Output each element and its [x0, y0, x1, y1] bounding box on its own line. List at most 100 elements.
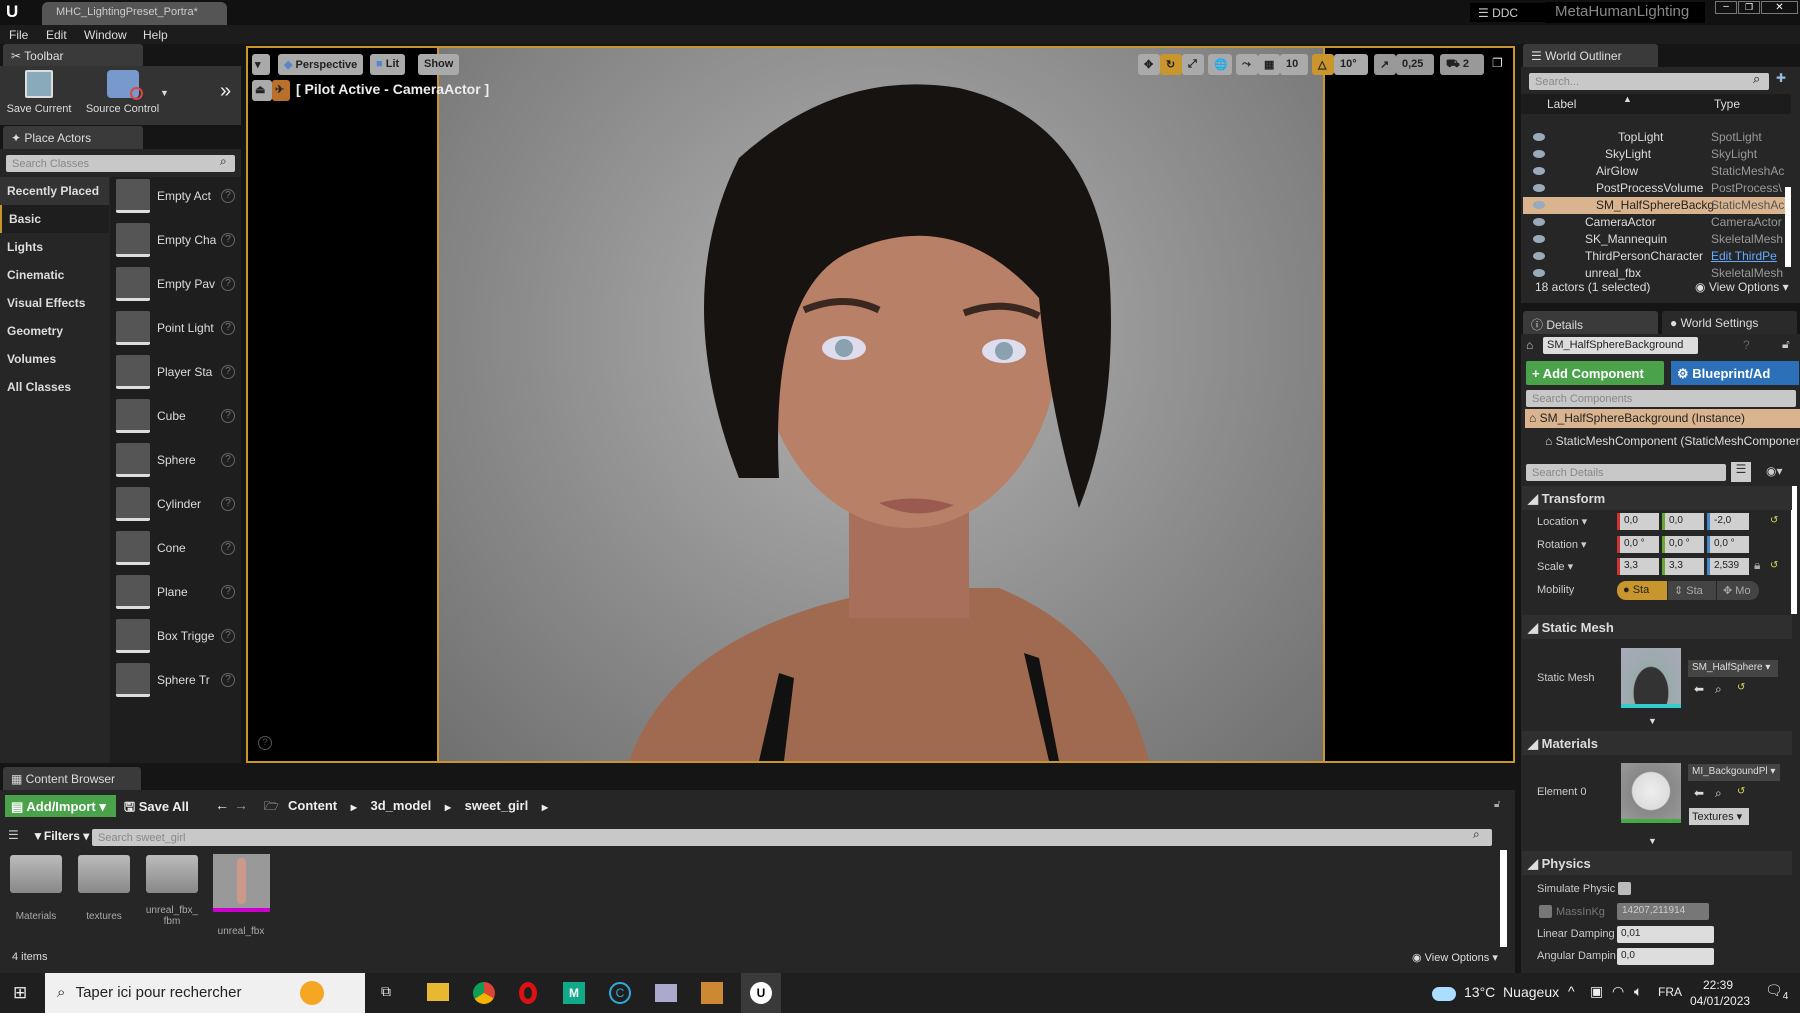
transform-section[interactable]: ◢ Transform	[1522, 486, 1792, 510]
material-dropdown[interactable]: MI_BackgoundPl ▾	[1688, 764, 1780, 781]
meet-icon[interactable]: ▣	[1590, 983, 1603, 1000]
simulate-physics-checkbox[interactable]	[1618, 882, 1631, 895]
actor-item[interactable]: Cylinder?	[116, 485, 238, 525]
file-explorer-icon[interactable]	[427, 983, 449, 1001]
content-scrollbar[interactable]	[1500, 850, 1507, 947]
details-tab[interactable]: ⓘ Details	[1523, 311, 1658, 334]
asset-unreal-fbx[interactable]: unreal_fbx	[213, 854, 274, 937]
menu-file[interactable]: File	[9, 28, 28, 42]
visibility-eye-icon[interactable]	[1533, 235, 1545, 243]
actor-name-field[interactable]: SM_HalfSphereBackground	[1543, 337, 1698, 354]
outliner-row[interactable]: SkyLight SkyLight	[1523, 146, 1785, 163]
scale-snap-value[interactable]: 0,25	[1396, 54, 1434, 75]
row-type[interactable]: Edit ThirdPe	[1711, 249, 1785, 263]
category-visual-effects[interactable]: Visual Effects	[0, 289, 109, 317]
location-x-field[interactable]: 0,0	[1617, 513, 1659, 530]
actor-item[interactable]: Sphere?	[116, 441, 238, 481]
rotation-x-field[interactable]: 0,0 °	[1617, 536, 1659, 553]
save-all-button[interactable]: 🖫︎ Save All	[124, 798, 189, 820]
help-icon[interactable]: ?	[221, 629, 235, 643]
visibility-eye-icon[interactable]	[1533, 133, 1545, 141]
reset-icon[interactable]: ↺	[1737, 682, 1745, 693]
source-control-dropdown-icon[interactable]: ▼	[160, 88, 169, 98]
folder-materials[interactable]: Materials	[10, 855, 69, 922]
source-control-button[interactable]: Source Control	[80, 70, 165, 115]
rotate-icon[interactable]: ↻	[1160, 54, 1182, 75]
location-label[interactable]: Location ▾	[1537, 515, 1587, 528]
actor-item[interactable]: Plane?	[116, 573, 238, 613]
browse-search-icon[interactable]: ⌕	[1715, 682, 1722, 697]
static-mesh-dropdown[interactable]: SM_HalfSphere ▾	[1688, 660, 1778, 677]
outliner-view-options[interactable]: ◉ View Options ▾	[1695, 280, 1789, 294]
language-indicator[interactable]: FRA	[1658, 985, 1682, 999]
save-current-button[interactable]: Save Current	[4, 70, 74, 115]
actor-item[interactable]: Sphere Tr?	[116, 661, 238, 701]
scale-lock-icon[interactable]: 🔒︎	[1754, 558, 1760, 573]
materials-section[interactable]: ◢ Materials	[1522, 731, 1792, 755]
expand-advanced-icon[interactable]: ▼	[1648, 836, 1657, 846]
outliner-row[interactable]: CameraActor CameraActor	[1523, 214, 1785, 231]
scale-label[interactable]: Scale ▾	[1537, 560, 1573, 573]
mobility-movable-button[interactable]: ✥ Mo	[1717, 581, 1759, 600]
search-classes-input[interactable]: Search Classes	[6, 155, 235, 172]
actor-item[interactable]: Empty Cha?	[116, 221, 238, 261]
property-matrix-icon[interactable]: ☰	[1731, 462, 1751, 482]
lock-icon[interactable]: 🔓︎	[1494, 799, 1500, 810]
category-all-classes[interactable]: All Classes	[0, 373, 109, 401]
category-geometry[interactable]: Geometry	[0, 317, 109, 345]
scale-y-field[interactable]: 3,3	[1662, 558, 1704, 575]
pilot-camera-icon[interactable]: ✈	[272, 80, 290, 101]
mass-override-checkbox[interactable]	[1539, 905, 1552, 918]
unreal-taskbar-icon[interactable]: U	[741, 973, 781, 1013]
menu-help[interactable]: Help	[143, 28, 168, 42]
outliner-row[interactable]: unreal_fbx SkeletalMesh	[1523, 265, 1785, 282]
use-selected-arrow-icon[interactable]: ⬅	[1694, 786, 1704, 800]
lock-icon[interactable]: 🔓︎	[1782, 337, 1790, 352]
visibility-eye-icon[interactable]	[1533, 184, 1545, 192]
add-filter-icon[interactable]: ✚	[1776, 71, 1786, 85]
label-column-header[interactable]: Label	[1547, 97, 1576, 111]
help-icon[interactable]: ?	[221, 673, 235, 687]
volume-icon[interactable]: 🔈︎	[1634, 983, 1642, 1000]
folder-textures[interactable]: textures	[78, 855, 137, 922]
search-details-input[interactable]: Search Details	[1526, 464, 1726, 481]
category-recently-placed[interactable]: Recently Placed	[0, 177, 109, 205]
help-icon[interactable]: ?	[221, 321, 235, 335]
tray-chevron-icon[interactable]: ^	[1568, 983, 1575, 999]
static-mesh-component-row[interactable]: ⌂ StaticMeshComponent (StaticMeshCompone…	[1545, 434, 1800, 448]
content-search-input[interactable]: Search sweet_girl	[92, 829, 1492, 846]
angular-damping-field[interactable]: 0,0	[1617, 948, 1714, 965]
folder-unreal-fbx-fbm[interactable]: unreal_fbx_ fbm	[146, 855, 205, 927]
category-volumes[interactable]: Volumes	[0, 345, 109, 373]
help-icon[interactable]: ?	[1743, 338, 1750, 352]
rotation-label[interactable]: Rotation ▾	[1537, 538, 1587, 551]
notifications-icon[interactable]: 🗨︎4	[1765, 982, 1788, 1002]
visibility-eye-icon[interactable]	[1533, 150, 1545, 158]
help-icon[interactable]: ?	[221, 233, 235, 247]
surface-snap-icon[interactable]: ⤳	[1236, 54, 1258, 75]
grid-size-button[interactable]: 10	[1280, 54, 1308, 75]
actor-item[interactable]: Empty Act?	[116, 177, 238, 217]
show-button[interactable]: Show	[418, 54, 460, 75]
rotation-snap-icon[interactable]: △	[1312, 54, 1334, 75]
world-space-icon[interactable]: 🌐	[1208, 54, 1232, 75]
static-mesh-section[interactable]: ◢ Static Mesh	[1522, 615, 1792, 639]
camera-speed-button[interactable]: ⛟ 2	[1440, 54, 1484, 75]
physics-section[interactable]: ◢ Physics	[1522, 851, 1792, 875]
outliner-search-input[interactable]: Search...	[1529, 73, 1769, 90]
browse-search-icon[interactable]: ⌕	[1715, 786, 1722, 801]
use-selected-arrow-icon[interactable]: ⬅	[1694, 682, 1704, 696]
app-grid-icon[interactable]	[701, 982, 723, 1004]
blueprint-button[interactable]: ⚙ Blueprint/Ad	[1671, 361, 1799, 385]
world-outliner-tab[interactable]: ☰ World Outliner	[1523, 44, 1658, 67]
help-icon[interactable]: ?	[221, 541, 235, 555]
outliner-row[interactable]: PostProcessVolume PostProcess\	[1523, 180, 1785, 197]
component-instance-row[interactable]: ⌂ SM_HalfSphereBackground (Instance)	[1525, 409, 1800, 428]
viewport-options-button[interactable]: ▾	[252, 54, 270, 75]
eject-pilot-button[interactable]: ⏏	[252, 80, 272, 101]
actor-item[interactable]: Empty Pav?	[116, 265, 238, 305]
rotation-y-field[interactable]: 0,0 °	[1662, 536, 1704, 553]
search-components-input[interactable]: Search Components	[1526, 390, 1796, 407]
perspective-button[interactable]: ◆ Perspective	[278, 54, 364, 75]
material-thumbnail[interactable]	[1621, 763, 1681, 823]
